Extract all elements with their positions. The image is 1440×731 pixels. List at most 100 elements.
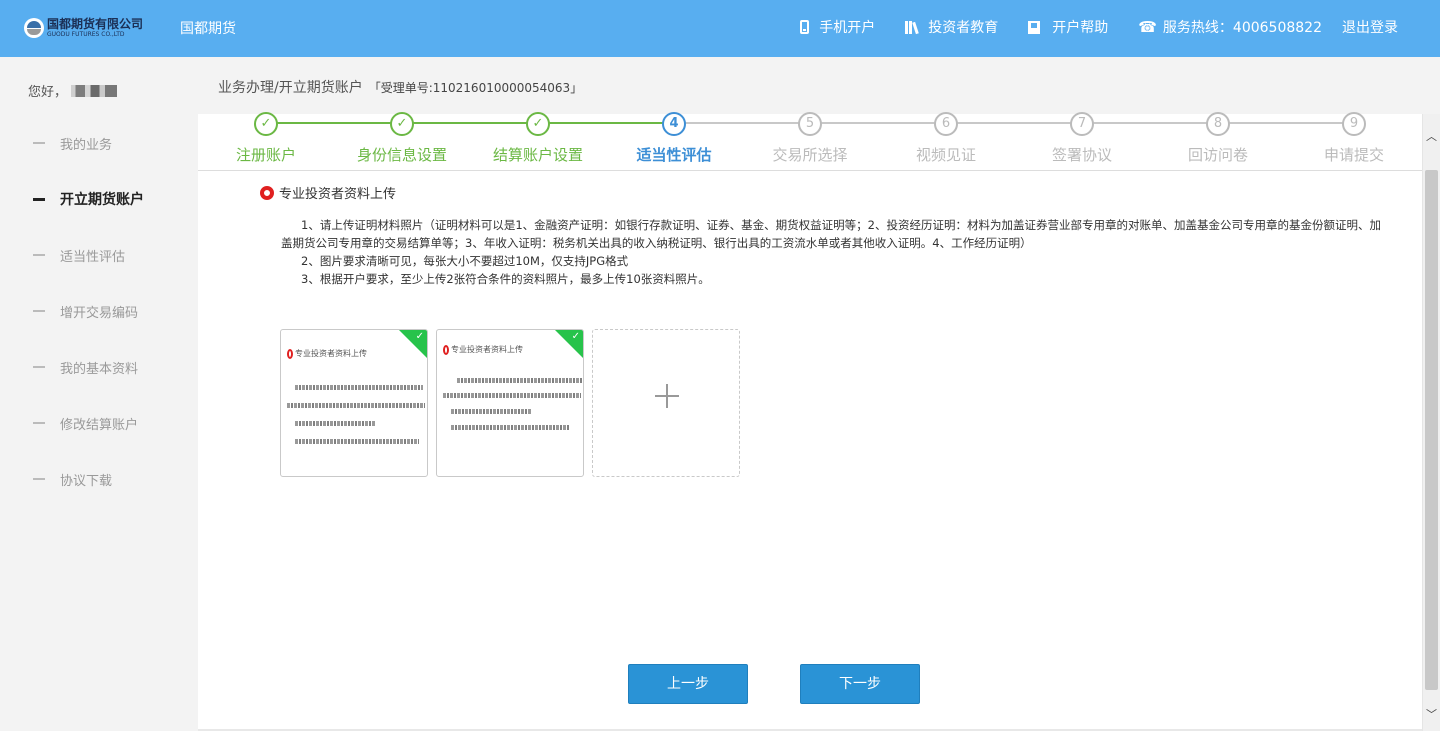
plus-icon-vertical [666,384,668,408]
sidebar-item-open-futures-account[interactable]: 开立期货账户 [0,171,198,227]
sidebar-item-settlement-account[interactable]: 修改结算账户 [0,395,198,451]
sidebar-item-add-trading-code[interactable]: 增开交易编码 [0,283,198,339]
dash-icon [33,310,45,312]
check-icon: ✓ [415,331,424,342]
step-8-label: 回访问卷 [1187,146,1249,164]
thumbnail-text-line [295,385,423,390]
nav-investor-education[interactable]: 投资者教育 [905,17,998,37]
step-line-todo [674,122,1354,124]
check-icon: ✓ [571,331,580,342]
breadcrumb-path: 业务办理/开立期货账户 [218,80,363,96]
dash-icon [33,142,45,144]
radio-icon [443,344,449,355]
step-8-circle: 8 [1206,112,1230,136]
thumbnail-text-line [287,403,425,408]
sidebar-item-agreement-download[interactable]: 协议下载 [0,451,198,507]
logo-en-text: GUODU FUTURES CO.,LTD [47,31,125,38]
top-nav: 手机开户 投资者教育 开户帮助 ☎ 服务热线：4006508822 退出登录 [770,17,1398,37]
instruction-2: 2、图片要求清晰可见，每张大小不要超过10M，仅支持JPG格式 [301,254,629,268]
sidebar-item-suitability[interactable]: 适当性评估 [0,227,198,283]
step-9-circle: 9 [1342,112,1366,136]
breadcrumb: 业务办理/开立期货账户 「受理单号:110216010000054063」 [218,77,582,97]
thumbnail-text-line [457,378,583,383]
breadcrumb-bar: 业务办理/开立期货账户 「受理单号:110216010000054063」 [198,57,1440,114]
step-4-label: 适当性评估 [636,146,712,164]
step-6-circle: 6 [934,112,958,136]
nav-label: 服务热线：4006508822 [1162,20,1322,36]
books-icon [905,20,920,34]
thumbnail-text-line [295,421,375,426]
sidebar-item-label: 协议下载 [60,473,113,489]
sidebar-item-basic-info[interactable]: 我的基本资料 [0,339,198,395]
step-5-circle: 5 [798,112,822,136]
radio-selected-icon[interactable] [260,185,274,200]
step-2-label: 身份信息设置 [356,146,448,164]
sidebar-item-label: 我的基本资料 [60,361,139,377]
nav-label: 投资者教育 [928,20,999,36]
scroll-down-icon[interactable]: ﹀ [1423,706,1440,723]
thumbnail-text-line [295,439,419,444]
sidebar-item-label: 修改结算账户 [60,417,139,433]
step-1-circle: ✓ [254,112,278,136]
scroll-up-icon[interactable]: ︿ [1423,128,1440,145]
vertical-scrollbar[interactable]: ︿ ﹀ [1422,114,1440,731]
radio-icon [287,348,293,359]
uploaded-photo-2[interactable]: 专业投资者资料上传 ✓ [436,329,584,477]
upload-section: 专业投资者资料上传 1、请上传证明材料照片（证明材料可以是1、金融资产证明：如银… [198,171,1422,731]
nav-label: 手机开户 [819,20,876,36]
dash-icon [33,366,45,368]
brand-name: 国都期货 [180,21,236,37]
prev-step-button[interactable]: 上一步 [628,664,748,704]
uploaded-photo-1[interactable]: 专业投资者资料上传 ✓ [280,329,428,477]
step-3-circle: ✓ [526,112,550,136]
nav-account-help[interactable]: 开户帮助 [1028,17,1108,37]
step-7-label: 签署协议 [1051,146,1113,164]
add-photo-button[interactable]: + [592,329,740,477]
instruction-1: 1、请上传证明材料照片（证明材料可以是1、金融资产证明：如银行存款证明、证券、基… [281,218,1381,250]
dash-icon [33,422,45,424]
logo-mark-icon [24,18,44,38]
thumbnail-title: 专业投资者资料上传 [443,344,523,355]
dash-icon [33,254,45,256]
step-6-label: 视频见证 [915,146,977,164]
step-1-label: 注册账户 [235,146,297,164]
nav-service-hotline[interactable]: ☎ 服务热线：4006508822 [1138,17,1322,37]
top-header: 国都期货有限公司 GUODU FUTURES CO.,LTD 国都期货 手机开户… [0,0,1440,57]
step-4-circle: 4 [662,112,686,136]
help-icon [1028,20,1041,34]
sidebar-menu: 我的业务 开立期货账户 适当性评估 增开交易编码 我的基本资料 修改结算账户 协… [0,115,198,507]
step-7-circle: 7 [1070,112,1094,136]
dash-icon [33,197,45,201]
sidebar-item-label: 我的业务 [60,137,113,153]
thumbnail-text-line [451,425,569,430]
telephone-icon: ☎ [1138,18,1157,36]
sidebar: 您好， 我的业务 开立期货账户 适当性评估 增开交易编码 我的基本资料 修改结算… [0,57,198,731]
instruction-3: 3、根据开户要求，至少上传2张符合条件的资料照片，最多上传10张资料照片。 [301,272,710,286]
next-step-button[interactable]: 下一步 [800,664,920,704]
step-5-label: 交易所选择 [772,146,848,164]
sidebar-item-label: 开立期货账户 [60,192,144,208]
nav-mobile-account[interactable]: 手机开户 [800,17,875,37]
step-9-label: 申请提交 [1323,146,1385,164]
step-2-circle: ✓ [390,112,414,136]
step-3-label: 结算账户设置 [492,146,584,164]
thumbnail-text-line [451,409,531,414]
sidebar-item-my-business[interactable]: 我的业务 [0,115,198,171]
ticket-number: 「受理单号:110216010000054063」 [368,81,583,95]
main-panel: 业务办理/开立期货账户 「受理单号:110216010000054063」 ✓ 注册… [198,57,1440,731]
greeting-text: 您好， [28,85,68,100]
progress-steps: ✓ 注册账户 ✓ 身份信息设置 ✓ 结算账户设置 4 适当性评估 5 交易所选择 6 视频见证 7 签署协… [198,112,1422,171]
logout-link[interactable]: 退出登录 [1342,17,1398,37]
user-name-redacted [71,84,118,97]
sidebar-item-label: 增开交易编码 [60,305,139,321]
nav-label: 开户帮助 [1052,20,1109,36]
company-logo[interactable]: 国都期货有限公司 GUODU FUTURES CO.,LTD [24,16,144,40]
section-title-text: 专业投资者资料上传 [279,187,397,202]
user-greeting: 您好， [28,81,118,100]
section-title: 专业投资者资料上传 [260,183,396,202]
dash-icon [33,478,45,480]
thumbnail-text-line [443,393,581,398]
thumbnail-title: 专业投资者资料上传 [287,348,367,359]
upload-instructions: 1、请上传证明材料照片（证明材料可以是1、金融资产证明：如银行存款证明、证券、基… [281,216,1391,288]
scrollbar-thumb[interactable] [1425,170,1438,690]
